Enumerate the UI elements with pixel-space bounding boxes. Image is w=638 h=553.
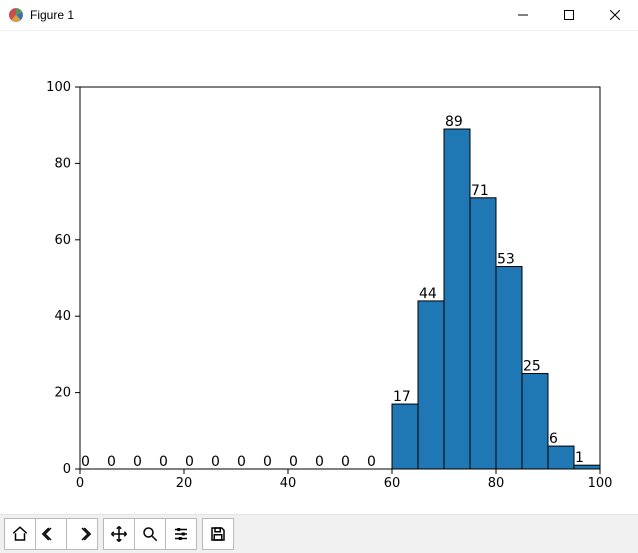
- bar-label: 53: [497, 252, 515, 268]
- save-icon: [209, 525, 227, 543]
- forward-icon: [73, 525, 91, 543]
- figure-window: Figure 1 0204060801000204060801000000000…: [0, 0, 638, 553]
- back-button[interactable]: [35, 518, 67, 550]
- save-button[interactable]: [202, 518, 234, 550]
- bar: [548, 446, 574, 469]
- ytick-label: 20: [54, 386, 71, 401]
- bar-label: 0: [159, 454, 168, 470]
- bar-label: 44: [419, 286, 437, 302]
- bar-label: 17: [393, 389, 411, 405]
- bar-label: 0: [185, 454, 194, 470]
- pan-icon: [110, 525, 128, 543]
- bar-label: 6: [549, 431, 558, 447]
- ytick-label: 40: [54, 309, 71, 324]
- minimize-icon: [518, 10, 528, 20]
- bar: [444, 129, 470, 469]
- maximize-button[interactable]: [546, 0, 592, 30]
- bar-label: 0: [263, 454, 272, 470]
- bar-label: 0: [237, 454, 246, 470]
- figure-canvas[interactable]: 0204060801000204060801000000000000001744…: [0, 31, 638, 514]
- xtick-label: 80: [488, 476, 505, 491]
- xtick-label: 100: [588, 476, 613, 491]
- minimize-button[interactable]: [500, 0, 546, 30]
- bar: [392, 404, 418, 469]
- ytick-label: 80: [54, 156, 71, 171]
- bar-label: 89: [445, 114, 463, 130]
- mpl-toolbar: [0, 514, 638, 553]
- home-button[interactable]: [4, 518, 36, 550]
- app-icon: [8, 7, 24, 23]
- maximize-icon: [564, 10, 574, 20]
- bar-label: 1: [575, 450, 584, 466]
- bar-label: 0: [107, 454, 116, 470]
- xtick-label: 20: [176, 476, 193, 491]
- xtick-label: 40: [280, 476, 297, 491]
- configure-icon: [172, 525, 190, 543]
- bar-label: 0: [315, 454, 324, 470]
- zoom-button[interactable]: [134, 518, 166, 550]
- configure-subplots-button[interactable]: [165, 518, 197, 550]
- bar-label: 25: [523, 359, 541, 375]
- bar-label: 0: [341, 454, 350, 470]
- close-icon: [610, 10, 620, 20]
- bar-label: 0: [211, 454, 220, 470]
- bar-label: 0: [367, 454, 376, 470]
- bar-label: 0: [81, 454, 90, 470]
- ytick-label: 0: [63, 462, 71, 477]
- pan-button[interactable]: [103, 518, 135, 550]
- forward-button[interactable]: [66, 518, 98, 550]
- ytick-label: 100: [46, 80, 71, 95]
- bar: [496, 267, 522, 469]
- xtick-label: 60: [384, 476, 401, 491]
- home-icon: [11, 525, 29, 543]
- titlebar: Figure 1: [0, 0, 638, 31]
- bar-label: 71: [471, 183, 489, 199]
- bar-label: 0: [289, 454, 298, 470]
- ytick-label: 60: [54, 233, 71, 248]
- bar: [418, 301, 444, 469]
- xtick-label: 0: [76, 476, 84, 491]
- back-icon: [42, 525, 60, 543]
- chart-svg: 0204060801000204060801000000000000001744…: [0, 31, 638, 516]
- bar: [522, 374, 548, 470]
- close-button[interactable]: [592, 0, 638, 30]
- bar-label: 0: [133, 454, 142, 470]
- zoom-icon: [141, 525, 159, 543]
- bar: [470, 198, 496, 469]
- window-title: Figure 1: [30, 8, 74, 22]
